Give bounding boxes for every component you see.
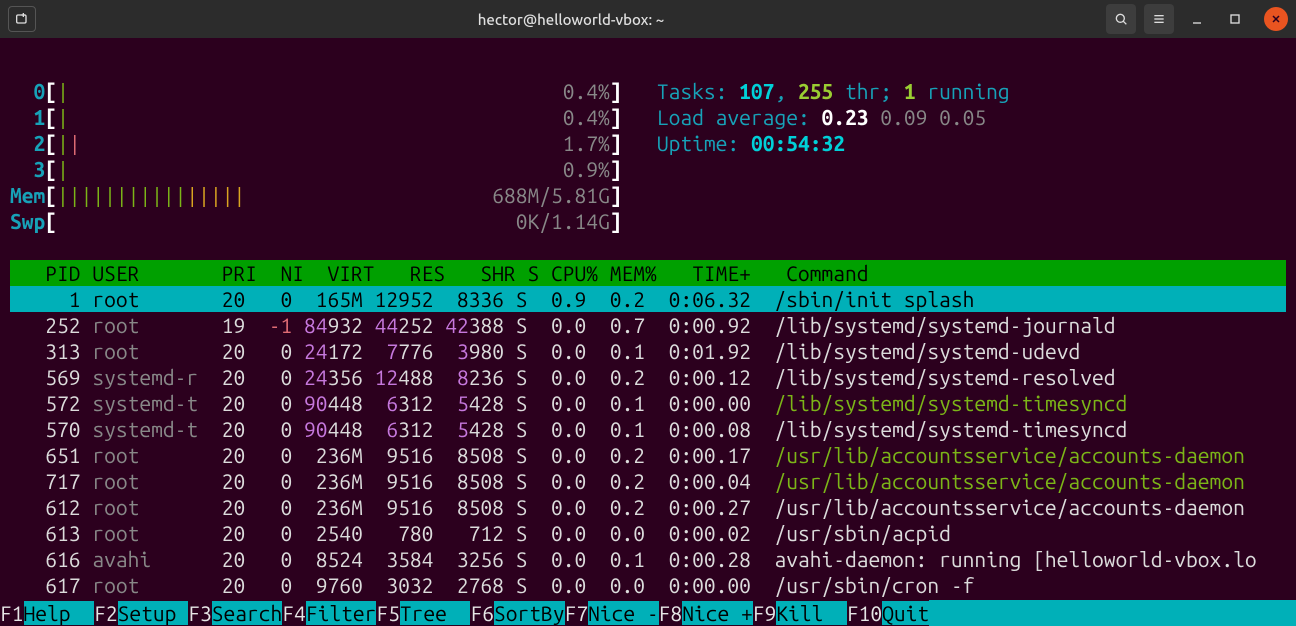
hamburger-icon (1151, 11, 1167, 27)
cpu-label: 3 (34, 157, 46, 181)
process-row[interactable]: 651 root 20 0 236M 9516 8508 S 0.0 0.2 0… (10, 443, 1245, 467)
tasks-label: Tasks: (657, 79, 739, 103)
fkey-label: F7 (565, 601, 589, 625)
footer-bar: F1Help F2Setup F3SearchF4FilterF5Tree F6… (0, 600, 1296, 626)
footer-fill (929, 600, 1296, 626)
process-row[interactable]: 252 root 19 -1 84932 44252 42388 S 0.0 0… (10, 313, 1116, 337)
fkey-label: F1 (0, 601, 24, 625)
fkey-label: F3 (188, 601, 212, 625)
fkey-action[interactable]: Search (212, 601, 283, 625)
cpu-label: 2 (34, 131, 46, 155)
fkey-action[interactable]: SortBy (494, 601, 565, 625)
fkey-label: F5 (376, 601, 400, 625)
load-label: Load average: (657, 105, 822, 129)
process-row[interactable]: 616 avahi 20 0 8524 3584 3256 S 0.0 0.1 … (10, 547, 1257, 571)
minimize-icon (1189, 11, 1205, 27)
process-header[interactable]: PID USER PRI NI VIRT RES SHR S CPU% MEM%… (10, 260, 1286, 286)
fkey-action[interactable]: Filter (306, 601, 377, 625)
mem-label: Mem (10, 183, 45, 207)
fkey-label: F9 (753, 601, 777, 625)
fkey-label: F8 (659, 601, 683, 625)
process-row[interactable]: 572 systemd-t 20 0 90448 6312 5428 S 0.0… (10, 391, 1127, 415)
maximize-button[interactable] (1220, 4, 1250, 34)
fkey-action[interactable]: Kill (776, 601, 847, 625)
search-icon (1113, 11, 1129, 27)
new-tab-button[interactable] (8, 6, 36, 32)
fkey-label: F10 (847, 601, 882, 625)
fkey-label: F6 (470, 601, 494, 625)
process-row-selected[interactable]: 1 root 20 0 165M 12952 8336 S 0.9 0.2 0:… (10, 286, 1286, 312)
process-row[interactable]: 717 root 20 0 236M 9516 8508 S 0.0 0.2 0… (10, 469, 1245, 493)
process-row[interactable]: 313 root 20 0 24172 7776 3980 S 0.0 0.1 … (10, 339, 1080, 363)
search-button[interactable] (1106, 4, 1136, 34)
process-row[interactable]: 617 root 20 0 9760 3032 2768 S 0.0 0.0 0… (10, 573, 974, 597)
fkey-action[interactable]: Nice - (588, 601, 659, 625)
close-icon (1270, 13, 1282, 25)
terminal-content[interactable]: 0[| 0.4%] Tasks: 107, 255 thr; 1 running… (0, 38, 1296, 598)
uptime-label: Uptime: (657, 131, 751, 155)
process-row[interactable]: 613 root 20 0 2540 780 712 S 0.0 0.0 0:0… (10, 521, 951, 545)
close-button[interactable] (1264, 7, 1288, 31)
process-row[interactable]: 570 systemd-t 20 0 90448 6312 5428 S 0.0… (10, 417, 1127, 441)
fkey-action[interactable]: Setup (118, 601, 189, 625)
process-row[interactable]: 612 root 20 0 236M 9516 8508 S 0.0 0.2 0… (10, 495, 1245, 519)
maximize-icon (1227, 11, 1243, 27)
fkey-action[interactable]: Quit (882, 601, 929, 625)
swp-label: Swp (10, 209, 45, 233)
fkey-label: F2 (94, 601, 118, 625)
cpu-label: 1 (34, 105, 46, 129)
fkey-label: F4 (282, 601, 306, 625)
fkey-action[interactable]: Help (24, 601, 95, 625)
new-tab-icon (14, 11, 30, 27)
titlebar: hector@helloworld-vbox: ~ (0, 0, 1296, 38)
cpu-label: 0 (34, 79, 46, 103)
minimize-button[interactable] (1182, 4, 1212, 34)
fkey-action[interactable]: Nice + (682, 601, 753, 625)
process-row[interactable]: 569 systemd-r 20 0 24356 12488 8236 S 0.… (10, 365, 1116, 389)
fkey-action[interactable]: Tree (400, 601, 471, 625)
window-title: hector@helloworld-vbox: ~ (36, 11, 1106, 28)
menu-button[interactable] (1144, 4, 1174, 34)
